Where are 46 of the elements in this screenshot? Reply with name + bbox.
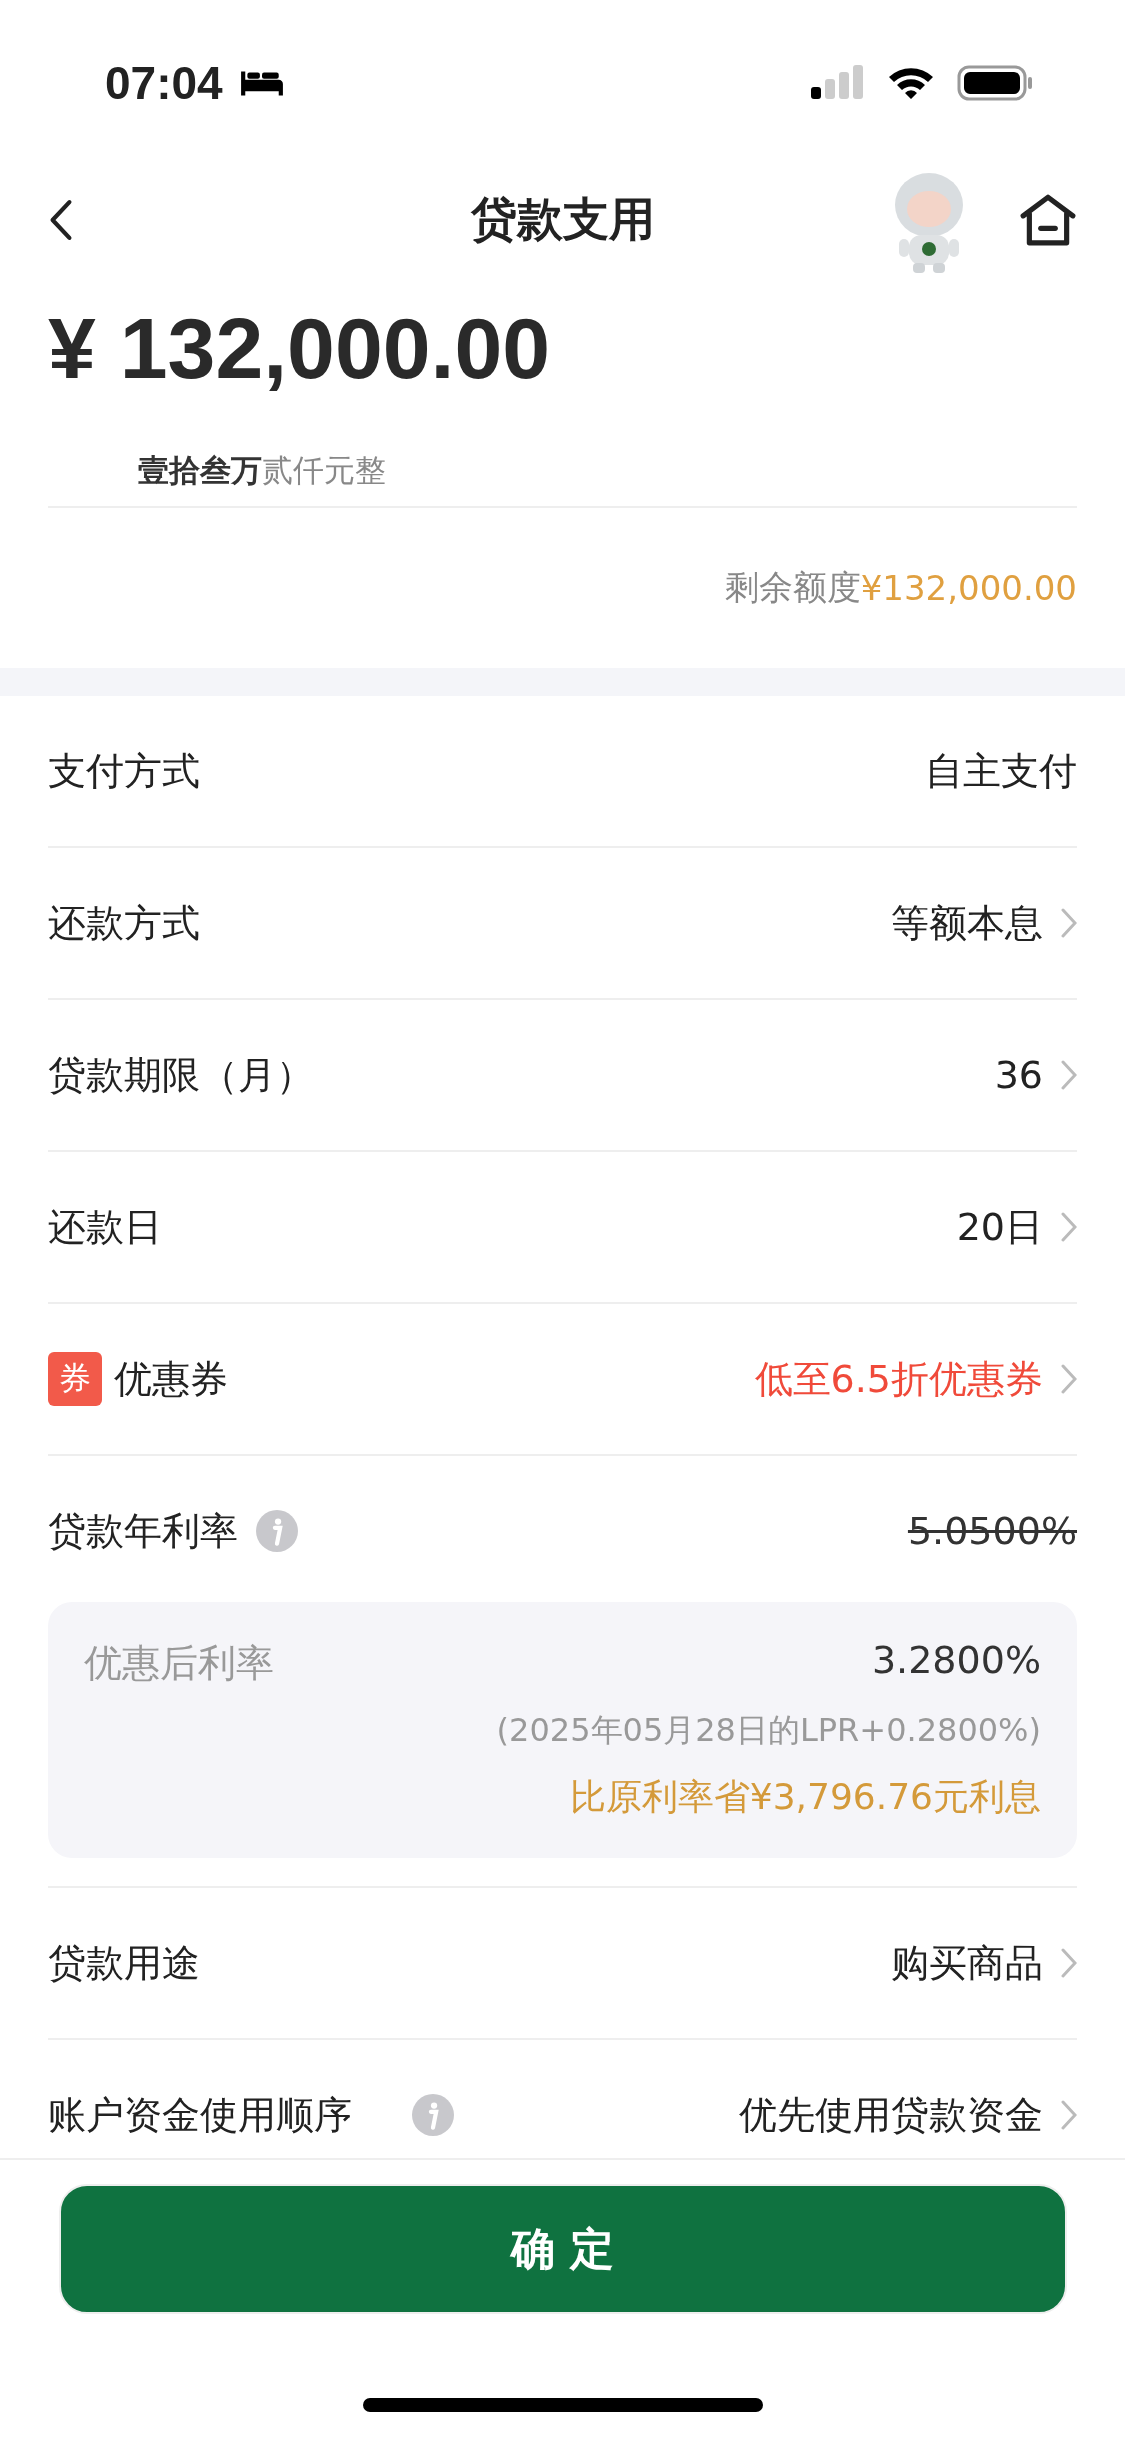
- battery-icon: [957, 64, 1033, 101]
- chevron-icon: [1061, 1060, 1077, 1091]
- row-label: 账户资金使用顺序: [48, 2091, 352, 2139]
- loan-amount: ¥ 132,000.00: [48, 299, 551, 398]
- amount-in-words: 壹拾叁万贰仟元整: [48, 400, 1077, 509]
- chevron-icon: [1061, 1212, 1077, 1243]
- chevron-icon: [1061, 1364, 1077, 1395]
- row-value: 低至6.5折优惠券: [754, 1355, 1043, 1403]
- row-label: 还款方式: [48, 899, 200, 947]
- confirm-button[interactable]: 确 定: [58, 2184, 1067, 2314]
- row-value: 5.0500%: [907, 1509, 1077, 1554]
- discount-label: 优惠后利率: [84, 1640, 274, 1688]
- row-value: 优先使用贷款资金: [739, 2091, 1043, 2139]
- row-value: 20日: [956, 1203, 1043, 1251]
- row-label: 贷款年利率: [48, 1507, 238, 1555]
- status-time: 07:04: [105, 55, 223, 110]
- back-icon[interactable]: [48, 199, 74, 241]
- row-label: 还款日: [48, 1203, 162, 1251]
- row-label: 贷款用途: [48, 1939, 200, 1987]
- home-icon[interactable]: [1019, 193, 1077, 247]
- chevron-icon: [1061, 1948, 1077, 1979]
- row-label: 优惠券: [114, 1355, 228, 1403]
- row-value-link[interactable]: 36: [994, 1053, 1077, 1098]
- chevron-icon: [1061, 2100, 1077, 2131]
- info-icon[interactable]: [412, 2094, 454, 2137]
- coupon-badge: 券: [48, 1352, 102, 1407]
- remaining-amount: ¥132,000.00: [860, 568, 1077, 609]
- discount-rate: 3.2800%: [871, 1638, 1041, 1685]
- row-value-link[interactable]: 低至6.5折优惠券: [754, 1353, 1077, 1405]
- row-value: 等额本息: [891, 899, 1043, 947]
- row-value-link[interactable]: 20日: [956, 1201, 1077, 1253]
- chevron-icon: [1061, 908, 1077, 939]
- signal-icon: [811, 64, 865, 101]
- row-value-link[interactable]: 优先使用贷款资金: [739, 2089, 1077, 2141]
- row-label: 支付方式: [48, 747, 200, 795]
- row-label: 贷款期限（月）: [48, 1051, 314, 1099]
- rate-note: (2025年05月28日的LPR+0.2800%): [496, 1710, 1041, 1752]
- info-icon[interactable]: [256, 1510, 298, 1553]
- row-value: 购买商品: [891, 1939, 1043, 1987]
- row-value: 36: [994, 1053, 1043, 1098]
- row-value: 自主支付: [925, 747, 1077, 795]
- row-value-link[interactable]: 等额本息: [891, 897, 1077, 949]
- row-value-link[interactable]: 购买商品: [891, 1937, 1077, 1989]
- remaining-label: 剩余额度: [724, 566, 861, 610]
- page-title: 贷款支用: [470, 191, 655, 248]
- interest-saving: 比原利率省¥3,796.76元利息: [569, 1775, 1041, 1820]
